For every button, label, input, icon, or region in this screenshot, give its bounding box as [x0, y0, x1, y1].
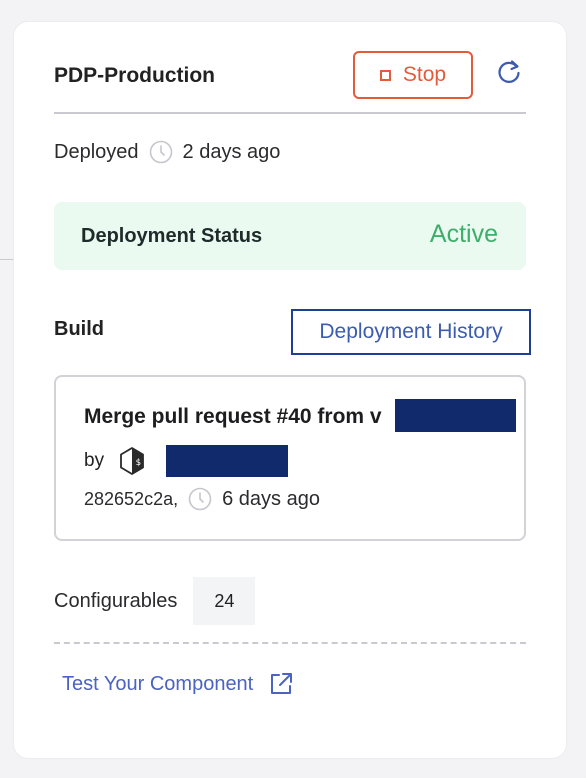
status-badge: Active [429, 220, 498, 248]
commit-author-row: by $ [84, 445, 289, 477]
redacted-branch [395, 399, 516, 432]
deployed-time: 2 days ago [182, 140, 281, 163]
deployment-status-box: Deployment Status Active [54, 202, 526, 270]
stop-label: Stop [402, 63, 447, 86]
status-label: Deployment Status [81, 225, 263, 247]
dashed-divider [54, 642, 526, 644]
header-divider [54, 112, 526, 114]
by-label: by [84, 450, 105, 471]
clock-icon [188, 487, 212, 511]
configurables-label: Configurables [54, 589, 178, 612]
svg-text:$: $ [136, 458, 141, 468]
stop-button[interactable]: Stop [353, 51, 473, 99]
test-component-link[interactable]: Test Your Component [62, 670, 295, 698]
external-link-icon [271, 673, 293, 694]
commit-message: Merge pull request #40 from v [84, 405, 382, 428]
commit-meta-row: 282652c2a, 6 days ago [84, 487, 320, 511]
refresh-icon[interactable] [494, 57, 524, 87]
build-heading: Build [54, 318, 104, 340]
card-header: PDP-Production Stop [54, 51, 526, 114]
commit-time: 6 days ago [222, 487, 320, 510]
background-divider [0, 259, 14, 260]
stop-icon [379, 69, 391, 81]
clock-icon [149, 140, 172, 164]
configurables-count: 24 [193, 577, 256, 625]
deployed-label: Deployed [54, 140, 139, 163]
build-card[interactable]: Merge pull request #40 from v by $ 28265… [54, 375, 526, 541]
bash-icon: $ [120, 447, 144, 475]
redacted-author [166, 445, 289, 477]
deployment-card: PDP-Production Stop Deployed 2 days ago … [14, 22, 566, 758]
test-component-label: Test Your Component [62, 672, 254, 695]
commit-hash: 282652c2a, [84, 488, 179, 509]
environment-title: PDP-Production [54, 64, 215, 87]
configurables-row: Configurables 24 [54, 577, 256, 625]
deployment-history-button[interactable]: Deployment History [291, 309, 531, 355]
deployed-row: Deployed 2 days ago [54, 140, 280, 164]
